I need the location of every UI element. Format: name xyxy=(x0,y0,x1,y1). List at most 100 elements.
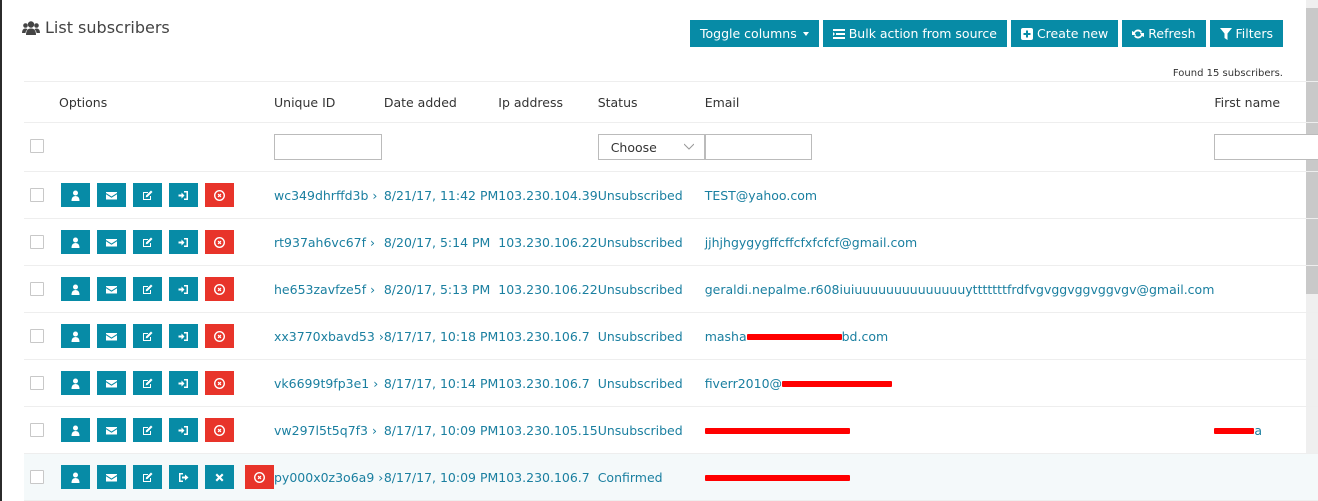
status: Unsubscribed xyxy=(597,328,683,344)
date-added: 8/17/17, 10:09 PM xyxy=(383,422,499,438)
delete-button[interactable] xyxy=(205,230,234,254)
view-profile-button[interactable] xyxy=(61,183,90,207)
delete-button[interactable] xyxy=(205,183,234,207)
view-profile-button[interactable] xyxy=(61,230,90,254)
create-new-button[interactable]: Create new xyxy=(1010,20,1119,47)
user-icon xyxy=(71,472,80,483)
filter-icon xyxy=(1219,27,1232,40)
redacted-email xyxy=(704,428,850,434)
subscribe-back-button[interactable] xyxy=(169,371,198,395)
email xyxy=(704,407,1215,454)
times-circle-icon xyxy=(214,424,225,436)
bulk-action-label: Bulk action from source xyxy=(848,26,997,41)
send-email-button[interactable] xyxy=(97,418,126,442)
row-checkbox[interactable] xyxy=(30,282,44,296)
unsubscribe-button[interactable] xyxy=(205,465,234,489)
subscribe-back-button[interactable] xyxy=(169,324,198,348)
row-checkbox[interactable] xyxy=(30,470,44,484)
edit-button[interactable] xyxy=(133,277,162,301)
table-row: wc349dhrffd3b 8/21/17, 11:42 PM 103.230.… xyxy=(24,171,1318,219)
toolbar: Toggle columns Bulk action from source C… xyxy=(690,20,1283,47)
view-profile-button[interactable] xyxy=(61,465,90,489)
edit-button[interactable] xyxy=(133,324,162,348)
redacted-first-name xyxy=(1214,428,1255,434)
unique-id-link[interactable]: wc349dhrffd3b xyxy=(274,188,377,203)
unique-id-link[interactable]: rt937ah6vc67f xyxy=(274,235,375,250)
send-email-button[interactable] xyxy=(97,465,126,489)
delete-button[interactable] xyxy=(245,465,274,489)
table-row: xx3770xbavd53 8/17/17, 10:18 PM 103.230.… xyxy=(24,312,1318,360)
bulk-action-button[interactable]: Bulk action from source xyxy=(822,20,1007,47)
ip-address: 103.230.104.39 xyxy=(498,187,598,203)
edit-button[interactable] xyxy=(133,183,162,207)
view-profile-button[interactable] xyxy=(61,324,90,348)
delete-button[interactable] xyxy=(205,324,234,348)
send-email-button[interactable] xyxy=(97,371,126,395)
row-checkbox[interactable] xyxy=(30,188,44,202)
edit-button[interactable] xyxy=(133,230,162,254)
col-date-added[interactable]: Date added xyxy=(384,82,498,123)
row-checkbox[interactable] xyxy=(30,376,44,390)
status-filter-select[interactable]: Choose xyxy=(597,134,705,160)
email: fiverr2010@ xyxy=(705,360,1215,407)
date-added: 8/21/17, 11:42 PM xyxy=(383,187,499,203)
subscribe-back-button[interactable] xyxy=(169,183,198,207)
email-filter-input[interactable] xyxy=(704,134,812,160)
row-checkbox[interactable] xyxy=(30,235,44,249)
envelope-icon xyxy=(106,426,117,434)
sign-in-icon xyxy=(178,378,188,388)
times-circle-icon xyxy=(214,330,225,342)
disable-button[interactable] xyxy=(169,465,198,489)
edit-icon xyxy=(143,284,153,294)
toggle-columns-button[interactable]: Toggle columns xyxy=(690,20,819,47)
table-row: py000x0z3o6a9 8/17/17, 10:09 PM 103.230.… xyxy=(24,453,1318,501)
select-all-checkbox[interactable] xyxy=(30,138,44,153)
refresh-button[interactable]: Refresh xyxy=(1122,20,1206,47)
filters-button[interactable]: Filters xyxy=(1209,20,1283,47)
unique-id-link[interactable]: vk6699t9fp3e1 xyxy=(274,376,378,391)
sign-in-icon xyxy=(178,284,188,294)
col-status[interactable]: Status xyxy=(598,82,705,123)
redacted-email xyxy=(782,381,893,387)
delete-button[interactable] xyxy=(205,418,234,442)
col-email[interactable]: Email xyxy=(705,82,1215,123)
edit-button[interactable] xyxy=(133,465,162,489)
col-options[interactable]: Options xyxy=(24,82,274,123)
envelope-icon xyxy=(106,191,117,199)
col-unique-id[interactable]: Unique ID xyxy=(274,82,384,123)
send-email-button[interactable] xyxy=(97,277,126,301)
edit-button[interactable] xyxy=(133,371,162,395)
subscribe-back-button[interactable] xyxy=(169,230,198,254)
col-ip-address[interactable]: Ip address xyxy=(498,82,597,123)
unique-id-link[interactable]: vw297l5t5q7f3 xyxy=(274,423,377,438)
first-name xyxy=(1214,454,1318,501)
unique-id-link[interactable]: xx3770xbavd53 xyxy=(274,329,384,344)
send-email-button[interactable] xyxy=(97,324,126,348)
first-name xyxy=(1214,172,1318,219)
delete-button[interactable] xyxy=(205,277,234,301)
first-name-filter-input[interactable] xyxy=(1214,134,1318,160)
subscribe-back-button[interactable] xyxy=(169,418,198,442)
date-added: 8/20/17, 5:14 PM xyxy=(383,234,491,250)
subscribe-back-button[interactable] xyxy=(169,277,198,301)
col-first-name[interactable]: First name xyxy=(1214,82,1318,123)
edit-icon xyxy=(143,378,153,388)
status: Unsubscribed xyxy=(597,375,683,391)
first-name xyxy=(1214,219,1318,266)
view-profile-button[interactable] xyxy=(61,277,90,301)
delete-button[interactable] xyxy=(205,371,234,395)
row-checkbox[interactable] xyxy=(30,423,44,437)
envelope-icon xyxy=(106,332,117,340)
view-profile-button[interactable] xyxy=(61,418,90,442)
ip-address: 103.230.105.15 xyxy=(498,422,598,438)
unique-id-filter-input[interactable] xyxy=(274,134,382,160)
edit-button[interactable] xyxy=(133,418,162,442)
send-email-button[interactable] xyxy=(97,230,126,254)
redacted-email xyxy=(704,475,850,481)
send-email-button[interactable] xyxy=(97,183,126,207)
unique-id-link[interactable]: py000x0z3o6a9 xyxy=(274,470,383,485)
unique-id-link[interactable]: he653zavfze5f xyxy=(274,282,375,297)
table-row: vk6699t9fp3e1 8/17/17, 10:14 PM 103.230.… xyxy=(24,359,1318,407)
row-checkbox[interactable] xyxy=(30,329,44,343)
view-profile-button[interactable] xyxy=(61,371,90,395)
